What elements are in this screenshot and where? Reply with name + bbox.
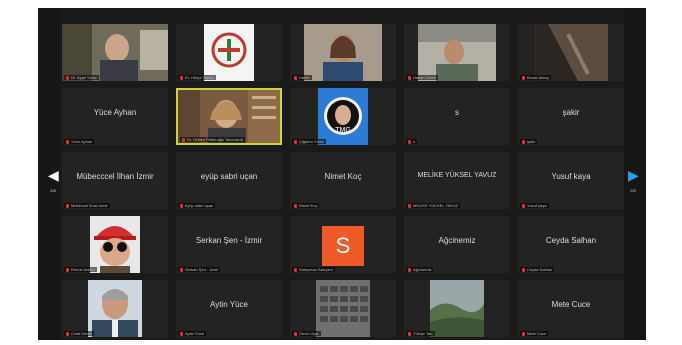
participant-label: Dr. Hülya Taşkın <box>178 75 217 80</box>
participant-label: Hakan Demir <box>406 75 439 80</box>
participant-tile[interactable]: Yusuf kaya Yusuf kaya <box>518 152 624 209</box>
participant-label: Nimet Koç <box>292 203 320 208</box>
participant-label: Celal Demir <box>64 331 94 336</box>
participant-tile[interactable]: Dr. Ayşe Yıldız <box>62 24 168 81</box>
participant-name: Aytin Yüce <box>210 300 248 309</box>
participant-name: Ağcinemiz <box>438 236 476 245</box>
participant-label: s <box>406 139 417 144</box>
participant-label: Tülüşe Tan <box>406 331 435 336</box>
participant-label: Ömer Uçar <box>292 331 321 336</box>
participant-name: Mübecccel İlhan İzmir <box>76 172 154 181</box>
participant-video <box>62 24 168 81</box>
participant-label: şakir <box>520 139 538 144</box>
participant-label: Yüce Ayhan <box>64 139 95 144</box>
participant-label: Ağcinemiz <box>406 267 434 272</box>
next-page-count: 2/8 <box>630 188 636 193</box>
participant-tile[interactable]: Dr. Hülya Taşkın <box>176 24 282 81</box>
participant-video <box>290 24 396 81</box>
participant-name: Nimet Koç <box>324 172 362 181</box>
participant-label: Burak Aksoy <box>520 75 552 80</box>
participant-name: Yusuf kaya <box>551 172 591 181</box>
participant-video <box>290 280 396 337</box>
participant-name: Mete Cuce <box>551 300 591 309</box>
participant-tile[interactable]: Ağcinemiz Ağcinemiz <box>404 216 510 273</box>
participant-label: Süleyman Sarıçam <box>292 267 335 272</box>
participant-name: eyüp sabri uçan <box>200 172 258 181</box>
participant-video <box>518 24 624 81</box>
participant-initial-avatar: S <box>322 226 364 266</box>
participant-tile[interactable]: Tülüşe Tan <box>404 280 510 337</box>
video-conference-window: ◀ 2/8 ▶ 2/8 Dr. Ayşe Yıldız Dr. Hülya Ta… <box>38 8 646 340</box>
participant-name: şakir <box>562 108 580 117</box>
svg-text:TMG: TMG <box>335 127 351 134</box>
participant-tile[interactable]: Remzi Arslan <box>62 216 168 273</box>
participant-grid: Dr. Ayşe Yıldız Dr. Hülya Taşkın Hacer H… <box>60 22 624 340</box>
participant-video <box>178 90 280 143</box>
participant-name: s <box>455 108 459 117</box>
participant-tile[interactable]: Burak Aksoy <box>518 24 624 81</box>
participant-label: Dr. Ayşe Yıldız <box>64 75 99 80</box>
participant-tile[interactable]: şakir şakir <box>518 88 624 145</box>
participant-video <box>404 280 510 337</box>
participant-tile[interactable]: TMG Çiğdem Yıldız <box>290 88 396 145</box>
participant-tile[interactable]: Ceyda Salhan Ceyda Salhan <box>518 216 624 273</box>
prev-page-count: 2/8 <box>50 188 56 193</box>
participant-tile[interactable]: Mete Cuce Mete Cuce <box>518 280 624 337</box>
participant-tile[interactable]: Hacer <box>290 24 396 81</box>
participant-tile[interactable]: Aytin Yüce Aytin Yüce <box>176 280 282 337</box>
participant-tile[interactable]: Celal Demir <box>62 280 168 337</box>
participant-name: Serkan Şen - İzmir <box>195 236 263 245</box>
participant-label: Hacer <box>292 75 312 80</box>
prev-page-button[interactable]: ◀ 2/8 <box>48 164 59 194</box>
participant-label: Yusuf kaya <box>520 203 549 208</box>
participant-label: eyüp sabri uçan <box>178 203 216 208</box>
participant-label: Çiğdem Yıldız <box>292 139 326 144</box>
participant-tile[interactable]: S Süleyman Sarıçam <box>290 216 396 273</box>
participant-tile[interactable]: MELİKE YÜKSEL YAVUZ MELİKE YÜKSEL YAVUZ <box>404 152 510 209</box>
participant-tile[interactable]: eyüp sabri uçan eyüp sabri uçan <box>176 152 282 209</box>
participant-tile[interactable]: s s <box>404 88 510 145</box>
participant-tile[interactable]: Nimet Koç Nimet Koç <box>290 152 396 209</box>
participant-tile[interactable]: Yüce Ayhan Yüce Ayhan <box>62 88 168 145</box>
participant-tile[interactable]: Ömer Uçar <box>290 280 396 337</box>
participant-tile[interactable]: Mübecccel İlhan İzmir Mübeccel İlhan İzm… <box>62 152 168 209</box>
participant-label: Mübeccel İlhan İzmir <box>64 203 110 208</box>
participant-name: Yüce Ayhan <box>93 108 137 117</box>
participant-video <box>176 24 282 81</box>
participant-name: Ceyda Salhan <box>545 236 597 245</box>
participant-video <box>62 280 168 337</box>
next-page-button[interactable]: ▶ 2/8 <box>628 164 639 194</box>
participant-video <box>62 216 168 273</box>
participant-label: Remzi Arslan <box>64 267 97 272</box>
participant-label: Dr. Gülten Pekeroğlu Tanrıverdi <box>180 137 245 142</box>
participant-tile[interactable]: Hakan Demir <box>404 24 510 81</box>
participant-label: Serkan Şen - İzmir <box>178 267 221 272</box>
participant-tile-active-speaker[interactable]: Dr. Gülten Pekeroğlu Tanrıverdi <box>176 88 282 145</box>
participant-label: Ceyda Salhan <box>520 267 555 272</box>
participant-avatar: TMG <box>290 88 396 145</box>
participant-label: Aytin Yüce <box>178 331 206 336</box>
participant-video <box>404 24 510 81</box>
participant-tile[interactable]: Serkan Şen - İzmir Serkan Şen - İzmir <box>176 216 282 273</box>
participant-label: MELİKE YÜKSEL YAVUZ <box>406 203 461 208</box>
participant-label: Mete Cuce <box>520 331 549 336</box>
participant-name: MELİKE YÜKSEL YAVUZ <box>417 172 497 179</box>
